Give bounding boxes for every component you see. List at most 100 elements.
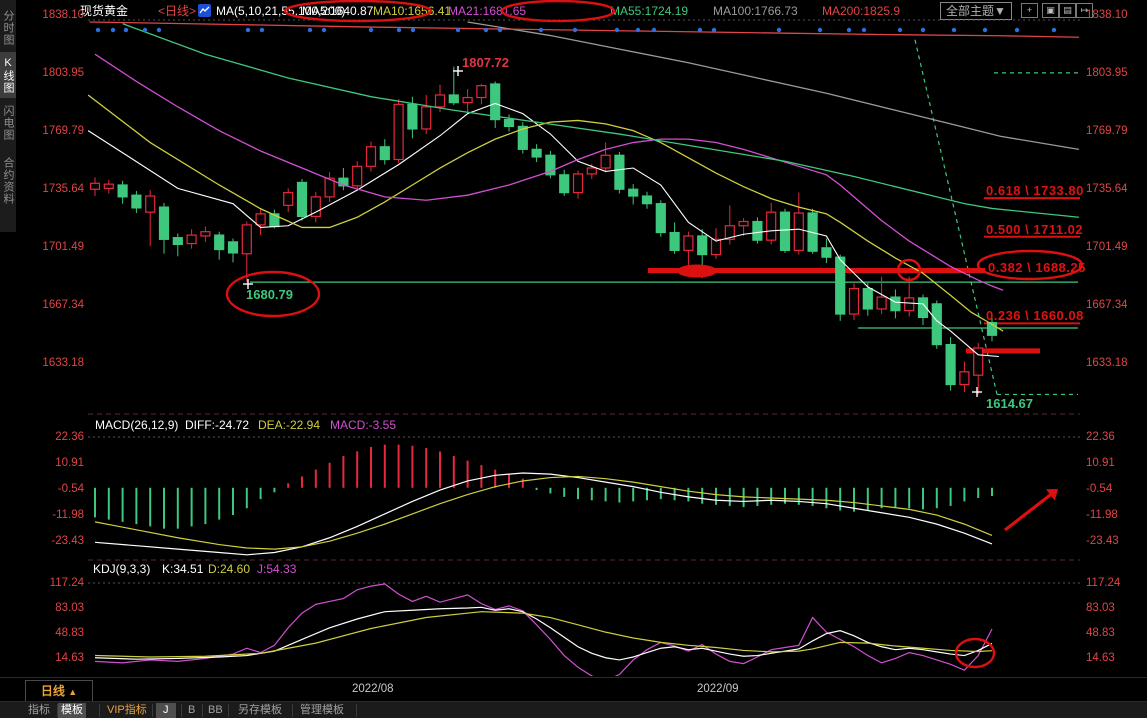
candle-body [518,126,527,149]
toolbar-manage-template[interactable]: 管理模板 [297,703,347,718]
candle-body [670,233,679,251]
layout-grid-icon[interactable]: ▤ [1059,3,1076,18]
candle-body [601,155,610,168]
candle-body [367,147,376,167]
candle-body [256,214,265,225]
ma55-value: MA55:1724.19 [610,3,688,19]
candle-body [215,235,224,249]
final-low-annotation: 1614.67 [986,396,1033,411]
ma100-value: MA100:1766.73 [713,3,798,19]
symbol-name: 现货黄金 [80,3,128,19]
axis-tick-label: 1633.18 [1086,356,1128,370]
main-chart-panel [88,22,1080,397]
axis-tick-label: 1735.64 [1086,182,1128,196]
toolbar-vip-indicators[interactable]: VIP指标 [104,703,150,718]
xaxis-date-sep: 2022/09 [697,683,739,695]
period-selector[interactable]: 日线 ▲ [25,680,93,702]
signal-dot [322,28,326,32]
candle-body [284,193,293,206]
sidebar-tab-flash[interactable]: 闪电图 [0,101,16,145]
signal-dot [777,28,781,32]
candle-body [836,257,845,314]
toolbar-b[interactable]: B [185,703,198,718]
candle-body [974,348,983,375]
macd-diff-line [95,473,992,555]
signal-dot [698,28,702,32]
signal-dot [411,28,415,32]
fib-0382-label: 0.382 \ 1688.25 [988,260,1086,275]
macd-diff-value: DIFF:-24.72 [185,418,249,432]
candle-body [587,168,596,174]
axis-tick-label: 10.91 [1086,456,1115,470]
signal-dot [308,28,312,32]
candle-body [808,213,817,251]
toolbar-j[interactable]: J [156,703,176,718]
axis-tick-label: -23.43 [30,534,84,548]
candle-body [960,372,969,385]
candle-body [380,147,389,160]
sidebar-tab-kline[interactable]: K线图 [0,52,16,98]
layout-single-icon[interactable]: ▣ [1042,3,1059,18]
candlestick-chart-icon [198,4,211,22]
candle-body [408,104,417,129]
chart-labels: MACD(26,12,9) DIFF:-24.72 DEA:-22.94 MAC… [0,0,1147,718]
toolbar-indicators[interactable]: 指标 [25,703,53,718]
crosshair-icon[interactable]: + [1021,3,1038,18]
ma-line-ma10 [88,95,1003,331]
toolbar-separator [228,704,229,717]
signal-dot [484,28,488,32]
fib-0618-label: 0.618 \ 1733.80 [986,183,1084,198]
axis-tick-label: 1769.79 [1086,124,1128,138]
chart-canvas[interactable] [0,0,1147,718]
candle-body [932,304,941,345]
axis-tick-label: -11.98 [1086,508,1118,522]
sidebar-tab-timeline[interactable]: 分时图 [0,8,16,48]
signal-dot [615,28,619,32]
period-arrow-icon: ▲ [68,687,77,697]
axis-tick-label: 1633.18 [30,356,84,370]
signal-dot [539,28,543,32]
candle-body [877,297,886,309]
theme-select-button[interactable]: 全部主题▼ [940,2,1012,20]
ma-line-ma21 [95,54,1003,290]
axis-tick-label: 1701.49 [30,240,84,254]
candle-body [270,214,279,227]
candle-body [187,235,196,243]
toolbar-bb[interactable]: BB [205,703,226,718]
signal-dot [369,28,373,32]
kdj-k-value: K:34.51 [162,562,203,576]
axis-tick-label: 1838.10 [30,8,84,22]
signal-dot [498,28,502,32]
candle-body [505,120,514,127]
toolbar-separator [57,704,58,717]
sidebar-tab-contract-info[interactable]: 合约资料 [0,149,16,213]
period-tag[interactable]: <日线> [158,3,196,19]
axis-tick-label: 48.83 [1086,626,1115,640]
candle-body [339,178,348,186]
kdj-params-label: KDJ(9,3,3) [93,562,150,576]
candle-body [822,248,831,257]
ma5-value: MA5:1640.87 [302,3,373,19]
signal-dot [862,28,866,32]
kdj-panel [95,584,992,680]
candle-body [643,196,652,204]
macd-macd-value: MACD:-3.55 [330,418,396,432]
axis-tick-label: -11.98 [30,508,84,522]
annotation-circle [956,639,994,667]
signal-dot [636,28,640,32]
candle-body [891,297,900,311]
pop-out-icon[interactable]: ↦ [1076,3,1093,18]
axis-tick-label: 10.91 [30,456,84,470]
signal-dot [456,28,460,32]
toolbar-save-template[interactable]: 另存模板 [235,703,285,718]
signal-dot [246,28,250,32]
toolbar-templates[interactable]: 模板 [58,703,86,718]
candle-body [794,213,803,250]
signal-dot [818,28,822,32]
annotation-marker [677,265,717,278]
candle-body [463,98,472,103]
candlesticks [91,67,997,395]
axis-tick-label: -23.43 [1086,534,1119,548]
ma21-value: MA21:1681.65 [448,3,526,19]
axis-tick-label: 48.83 [30,626,84,640]
